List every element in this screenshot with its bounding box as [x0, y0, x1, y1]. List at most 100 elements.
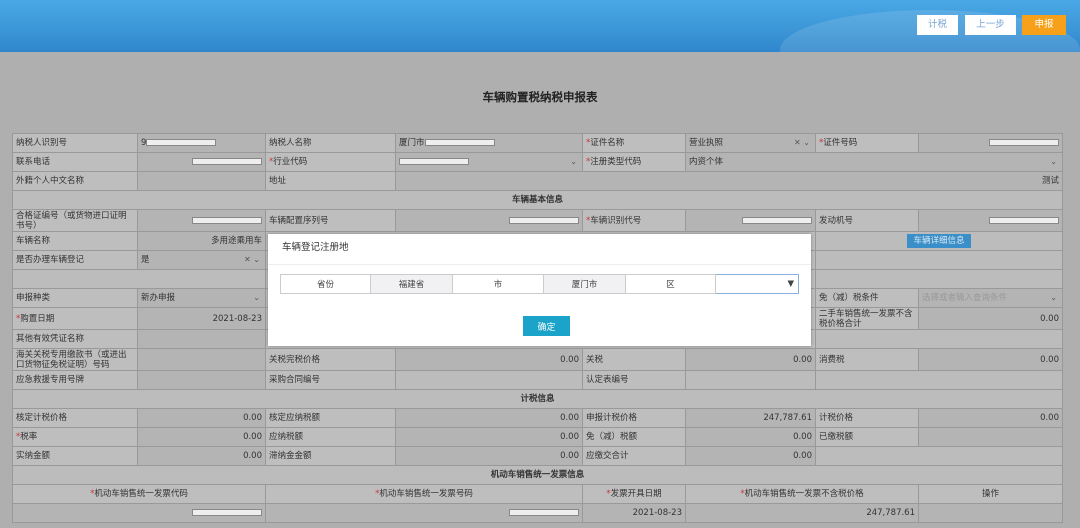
cell-text: 0.00 — [560, 354, 579, 365]
cell-text: 证件名称 — [590, 138, 625, 148]
field-value[interactable] — [918, 427, 1063, 447]
cell-text: 关税完税价格 — [269, 354, 321, 365]
cell-text: 0.00 — [243, 432, 262, 442]
field-value[interactable]: 厦门市 — [395, 133, 583, 153]
cell-text: 机动车销售统一发票号码 — [379, 489, 473, 499]
cell-text: 认定表编号 — [586, 375, 629, 385]
field-value[interactable] — [918, 209, 1063, 232]
field-label: *证件名称 — [582, 133, 686, 153]
field-value[interactable] — [137, 152, 266, 172]
field-label: 实纳金额 — [12, 446, 138, 466]
cell-text: 操作 — [981, 489, 999, 499]
field-value[interactable]: 选择或者输入查询条件 ⌄ — [918, 288, 1063, 308]
field-value[interactable]: 0.00 — [395, 427, 583, 447]
field-value[interactable]: 0.00 — [137, 446, 266, 466]
field-value[interactable]: 0.00 — [918, 348, 1063, 371]
cell-text: 实纳金额 — [16, 451, 51, 461]
field-value[interactable]: 2021-08-23 — [137, 307, 266, 330]
cell-text: 其他有效凭证名称 — [16, 334, 85, 344]
chevron-down-icon[interactable]: ⌄ — [1050, 157, 1057, 167]
form-row: 车辆基本信息 — [12, 190, 1063, 210]
field-label: 应纳税额 — [265, 427, 396, 447]
cell-text: 合格证编号（或货物进口证明书号） — [16, 210, 127, 231]
field-label: 地址 — [265, 171, 396, 191]
field-value[interactable]: 营业执照 ✕ ⌄ — [685, 133, 816, 153]
form-row: 联系电话 *行业代码 ⌄ *注册类型代码 内资个体 ⌄ — [12, 152, 1063, 172]
chevron-down-icon[interactable]: ⌄ — [253, 293, 260, 303]
field-value[interactable] — [137, 209, 266, 232]
field-value[interactable]: 247,787.61 — [685, 408, 816, 428]
district-select[interactable]: ▼ — [715, 274, 799, 294]
field-value[interactable] — [12, 503, 266, 523]
field-value[interactable]: 0.00 — [918, 408, 1063, 428]
field-value[interactable] — [918, 133, 1063, 153]
empty-cell — [12, 269, 266, 289]
field-value[interactable] — [685, 209, 816, 232]
city-value[interactable]: 厦门市 — [543, 274, 626, 294]
field-value[interactable] — [137, 329, 266, 349]
field-label: 外籍个人中文名称 — [12, 171, 138, 191]
cell-text: 营业执照 — [689, 138, 724, 148]
field-value[interactable]: 0.00 — [918, 307, 1063, 330]
field-value[interactable]: 0.00 — [395, 348, 583, 371]
field-value[interactable]: 247,787.61 — [685, 503, 919, 523]
field-value[interactable] — [918, 503, 1063, 523]
cell-text: 消费税 — [819, 354, 845, 365]
column-header: *发票开具日期 — [582, 484, 686, 504]
vehicle-details-button[interactable]: 车辆详细信息 — [907, 234, 971, 248]
field-label: *税率 — [12, 427, 138, 447]
field-value[interactable]: 多用途乘用车 — [137, 231, 266, 251]
field-value[interactable]: 0.00 — [685, 446, 816, 466]
calculate-tax-button[interactable]: 计税 — [917, 15, 958, 35]
cell-text: 海关关税专用缴款书（或进出口货物征免税证明）号码 — [16, 349, 127, 370]
field-label: 关税完税价格 — [265, 348, 396, 371]
confirm-button[interactable]: 确定 — [523, 316, 570, 336]
field-value[interactable]: ⌄ — [395, 152, 583, 172]
field-value[interactable]: 0.00 — [395, 446, 583, 466]
cell-text: 计税价格 — [819, 413, 854, 423]
cell-text: 注册类型代码 — [590, 157, 642, 167]
field-value[interactable]: 是 ✕ ⌄ — [137, 250, 266, 270]
cell-text: 免（减）税额 — [586, 432, 638, 442]
field-value[interactable] — [395, 209, 583, 232]
field-value[interactable]: 0.00 — [137, 408, 266, 428]
province-value[interactable]: 福建省 — [370, 274, 453, 294]
field-label: *购置日期 — [12, 307, 138, 330]
field-value[interactable] — [137, 370, 266, 390]
cell-text: 内资个体 — [689, 157, 724, 167]
cell-text: 应缴交合计 — [586, 451, 629, 461]
field-label: *车辆识别代号 — [582, 209, 686, 232]
chevron-down-icon[interactable]: ⌄ — [1050, 293, 1057, 303]
field-value[interactable]: 0.00 — [137, 427, 266, 447]
field-value[interactable]: 测试 — [395, 171, 1063, 191]
field-value[interactable] — [265, 503, 583, 523]
registration-place-dialog: 车辆登记注册地 省份 福建省 市 厦门市 区 ▼ 确定 — [268, 234, 811, 346]
district-label: 区 — [625, 274, 716, 294]
form-row: 实纳金额 0.00 滞纳金金额 0.00 应缴交合计 0.00 — [12, 446, 1063, 466]
field-label: 关税 — [582, 348, 686, 371]
submit-declaration-button[interactable]: 申报 — [1022, 15, 1066, 35]
field-value[interactable]: 0.00 — [685, 348, 816, 371]
field-value[interactable]: 内资个体 ⌄ — [685, 152, 1063, 172]
field-label: 应缴交合计 — [582, 446, 686, 466]
field-value[interactable]: 2021-08-23 — [582, 503, 686, 523]
field-value[interactable] — [137, 348, 266, 371]
field-value[interactable] — [137, 171, 266, 191]
clear-and-chevron-icon[interactable]: ✕ ⌄ — [794, 138, 810, 148]
form-row: 合格证编号（或货物进口证明书号） 车辆配置序列号 *车辆识别代号 发动机号 — [12, 209, 1063, 232]
field-value[interactable]: 新办申报 ⌄ — [137, 288, 266, 308]
clear-and-chevron-icon[interactable]: ✕ ⌄ — [244, 255, 260, 265]
chevron-down-icon[interactable]: ⌄ — [570, 157, 577, 167]
cell-text: 应纳税额 — [269, 432, 304, 442]
field-value[interactable]: 0.00 — [685, 427, 816, 447]
field-label: 海关关税专用缴款书（或进出口货物征免税证明）号码 — [12, 348, 138, 371]
field-value[interactable]: 9 — [137, 133, 266, 153]
cell-text: 选择或者输入查询条件 — [922, 293, 1008, 303]
cell-text: 采购合同编号 — [269, 375, 321, 385]
region-table: 省份 福建省 市 厦门市 区 ▼ — [280, 274, 799, 294]
form-row: 外籍个人中文名称 地址 测试 — [12, 171, 1063, 191]
field-label: 计税价格 — [815, 408, 919, 428]
cell-text: 0.00 — [1040, 413, 1059, 423]
previous-step-button[interactable]: 上一步 — [965, 15, 1016, 35]
field-value[interactable]: 0.00 — [395, 408, 583, 428]
